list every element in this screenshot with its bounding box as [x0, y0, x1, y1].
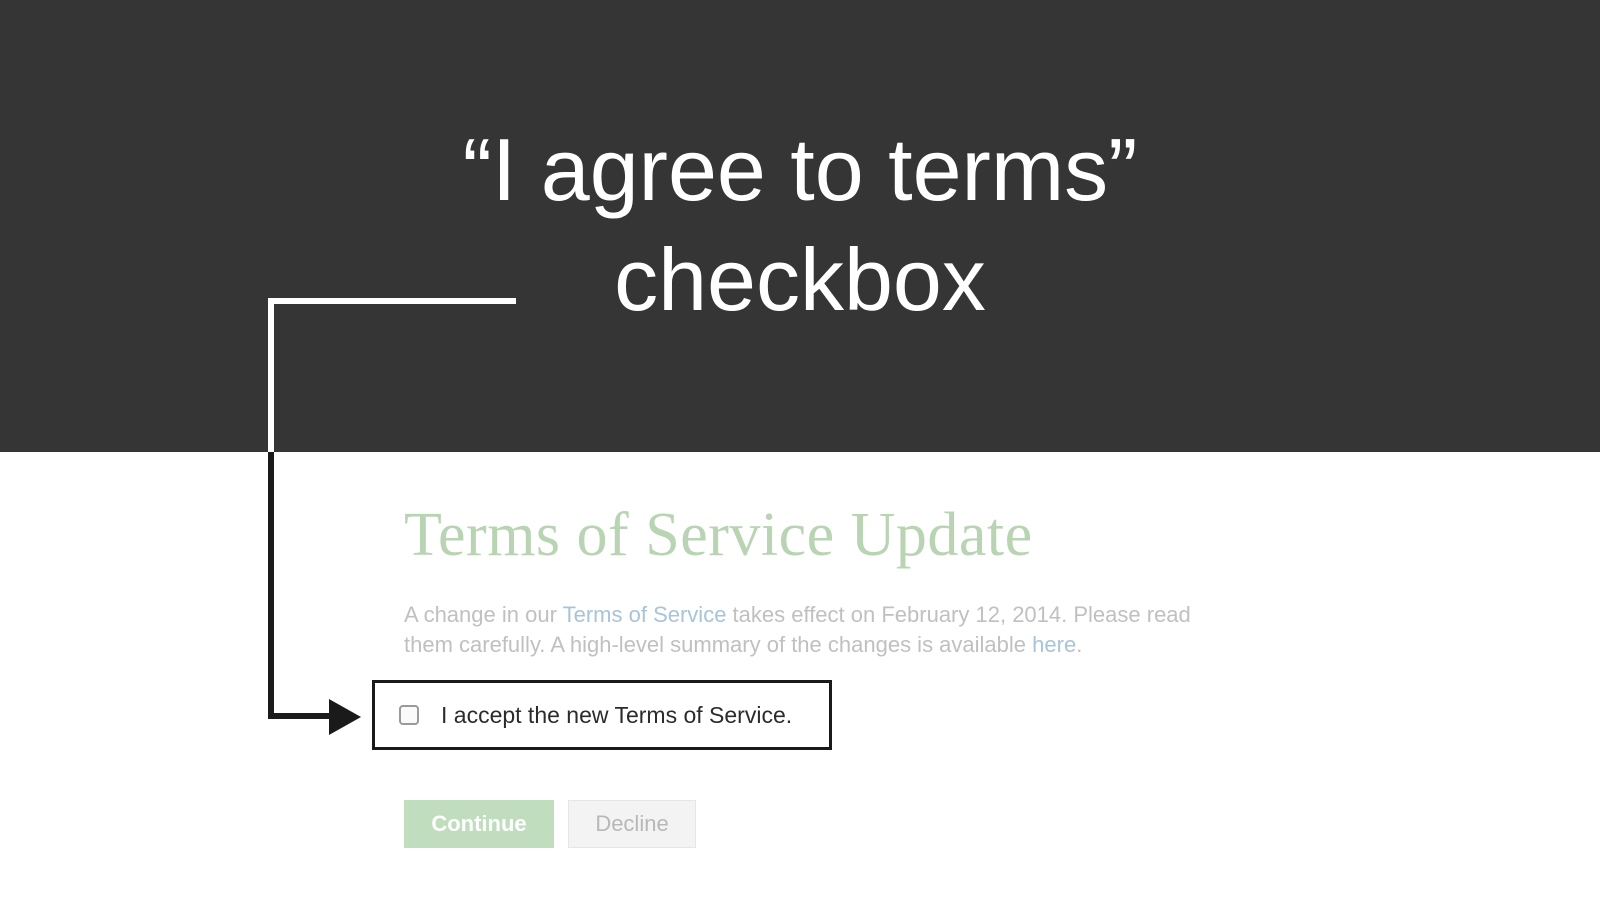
decline-button[interactable]: Decline: [568, 800, 696, 848]
continue-button[interactable]: Continue: [404, 800, 554, 848]
tos-body-text-segment: A change in our: [404, 602, 563, 627]
accept-terms-checkbox[interactable]: [399, 705, 419, 725]
button-row: Continue Decline: [404, 800, 696, 848]
tos-heading: Terms of Service Update: [404, 500, 1033, 571]
accept-terms-label: I accept the new Terms of Service.: [441, 702, 792, 729]
tos-body-text-segment: .: [1076, 632, 1082, 657]
accept-terms-row[interactable]: I accept the new Terms of Service.: [372, 680, 832, 750]
slide-title: “I agree to terms”checkbox: [0, 115, 1600, 335]
arrow-right-icon: [329, 699, 361, 735]
tos-body-text: A change in our Terms of Service takes e…: [404, 600, 1194, 659]
tos-here-link[interactable]: here: [1032, 632, 1076, 657]
slide-header-panel: “I agree to terms”checkbox: [0, 0, 1600, 452]
tos-link[interactable]: Terms of Service: [563, 602, 727, 627]
